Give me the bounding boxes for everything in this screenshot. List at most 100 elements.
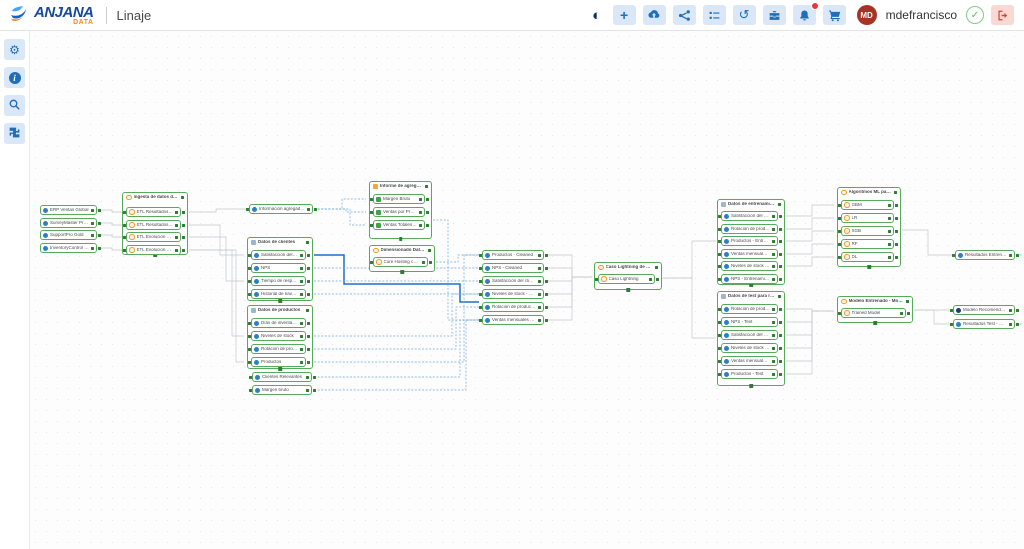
node-label: ETL Evolución del soporte (137, 235, 174, 240)
oring-group-icon (841, 299, 847, 305)
lineage-node[interactable]: Niveles de stock - Test (721, 343, 778, 353)
lineage-node[interactable]: Rotación de productos (251, 344, 306, 354)
lineage-node[interactable]: Rotación de productos - Test (721, 304, 778, 314)
certified-icon (649, 278, 652, 281)
lineage-node[interactable]: ETL Evolución de inventario (126, 245, 181, 255)
lineage-node[interactable]: Productos - Cleaned (482, 250, 544, 260)
lineage-node[interactable]: Clientes Relevantes (252, 372, 312, 382)
sidebar-item-search[interactable] (4, 95, 25, 116)
lineage-node[interactable]: Ventas mensuales - Entrena... (721, 249, 778, 259)
tasks-button[interactable] (703, 5, 726, 25)
node-label: Clientes Relevantes (262, 375, 304, 380)
add-button[interactable]: + (613, 5, 636, 25)
app-logo[interactable]: ANJANA DATA (8, 1, 94, 30)
lineage-node[interactable]: Días de inventario disponible (251, 318, 306, 328)
lineage-node[interactable]: Productos - Entrenamiento (721, 236, 778, 246)
db-node-icon (485, 305, 490, 310)
sidebar-item-settings[interactable]: ⚙ (4, 39, 25, 60)
certified-icon (888, 204, 891, 207)
lineage-node[interactable]: GBM (841, 200, 894, 210)
lineage-node[interactable]: DL (841, 252, 894, 262)
lineage-node[interactable]: Historial de navegación de cli... (251, 289, 306, 299)
sidebar-item-info[interactable]: i (4, 67, 25, 88)
lineage-node[interactable]: NPS - Test (721, 317, 778, 327)
lineage-node[interactable]: InventoryControl (Sistema E... (40, 243, 97, 253)
lineage-node[interactable]: Satisfacción del cliente - Entr... (721, 211, 778, 221)
lineage-node[interactable]: Niveles de stock - Entrenami... (721, 261, 778, 271)
certified-icon (906, 300, 909, 303)
oring-node-icon (844, 228, 850, 234)
history-icon: ↺ (739, 7, 750, 23)
lineage-node[interactable]: ETL Resultados del sistema E... (126, 220, 181, 230)
certified-icon (175, 224, 178, 227)
lineage-node[interactable]: Ventas por Producto (373, 207, 425, 217)
history-button[interactable]: ↺ (733, 5, 756, 25)
certified-icon (306, 241, 309, 244)
lineage-node[interactable]: NPS - Entrenamiento (721, 274, 778, 284)
lineage-node[interactable]: SurveyMaster Pro (Sistema E... (40, 218, 97, 228)
db-node-icon (485, 279, 490, 284)
lineage-node[interactable]: Ventas mensuales - Cleaned (482, 315, 544, 325)
lineage-node[interactable]: Modelo Recomendación (953, 305, 1015, 315)
lineage-node[interactable]: Información agregada de vent... (249, 204, 313, 214)
lineage-node[interactable]: Satisfacción del cliente - Test (721, 330, 778, 340)
certified-icon (300, 293, 303, 296)
certified-icon (538, 280, 541, 283)
lineage-node[interactable]: Niveles de stock - Cleaned (482, 289, 544, 299)
lineage-node[interactable]: Margen Bruto (373, 194, 425, 204)
lineage-node[interactable]: NPS (251, 263, 306, 273)
lineage-canvas[interactable]: ERP Ventas Global SurveyMaster Pro (Siste… (0, 0, 1024, 549)
lineage-node[interactable]: Caso Lightning (598, 274, 655, 284)
db-node-icon (43, 246, 48, 251)
lineage-node[interactable]: Ventas Totales Mensuales (373, 220, 425, 230)
certified-icon (300, 267, 303, 270)
lineage-node[interactable]: Satisfacción del cliente (251, 250, 306, 260)
lineage-node[interactable]: Niveles de stock (251, 331, 306, 341)
db-node-icon (485, 292, 490, 297)
notifications-button[interactable] (793, 5, 816, 25)
certified-icon (772, 360, 775, 363)
lineage-node[interactable]: ETL Resultados de ventas (126, 207, 181, 217)
lineage-node[interactable]: RF (841, 239, 894, 249)
lineage-node[interactable]: ERP Ventas Global (40, 205, 97, 215)
lineage-node[interactable]: Satisfacción del cliente - Clea... (482, 276, 544, 286)
fold-group-icon (721, 202, 726, 207)
lineage-node[interactable]: Tiempo de respuesta al sopor... (251, 276, 306, 286)
cloud-upload-button[interactable] (643, 5, 666, 25)
lineage-node[interactable]: Trained Model (841, 308, 906, 318)
lineage-edges (0, 0, 1024, 549)
sidebar-item-plugins[interactable] (4, 123, 25, 144)
lineage-node[interactable]: NPS - Cleaned (482, 263, 544, 273)
lineage-node[interactable]: Rotación de productos - Clea... (482, 302, 544, 312)
lineage-node[interactable]: ETL Evolución del soporte (126, 232, 181, 242)
certified-icon (772, 240, 775, 243)
db-node-icon (254, 360, 259, 365)
certified-icon (175, 249, 178, 252)
contrast-toggle-icon[interactable]: ◐ (588, 5, 606, 25)
lineage-node[interactable]: Margen bruto (252, 385, 312, 395)
briefcase-button[interactable] (763, 5, 786, 25)
node-label: LR (852, 216, 887, 221)
lineage-share-button[interactable] (673, 5, 696, 25)
logout-button[interactable] (991, 5, 1014, 25)
lineage-node[interactable]: Productos - Test (721, 369, 778, 379)
lineage-node[interactable]: Resultados Test - Modelo de... (953, 319, 1015, 329)
certified-icon (91, 234, 94, 237)
lineage-node[interactable]: Ventas mensuales - Test (721, 356, 778, 366)
lineage-node[interactable]: Resultados Entrenamiento -... (955, 250, 1015, 260)
db-node-icon (724, 333, 729, 338)
node-label: Niveles de stock - Entrenami... (731, 264, 770, 269)
lineage-node[interactable]: Productos (251, 357, 306, 367)
lineage-node[interactable]: Rotación de productos - Entre... (721, 224, 778, 234)
lineage-node[interactable]: XGB (841, 226, 894, 236)
user-avatar[interactable]: MD (857, 5, 877, 25)
group-label: Caso Lightning de Datos para industr... (606, 265, 654, 270)
certified-icon (175, 211, 178, 214)
lineage-node[interactable]: LR (841, 213, 894, 223)
fold-group-icon (251, 240, 256, 245)
lineage-node[interactable]: Core Hosting comercial de v... (373, 257, 428, 267)
db-node-icon (724, 372, 729, 377)
db-node-icon (254, 321, 259, 326)
lineage-node[interactable]: SupportPro Gold (40, 230, 97, 240)
cart-button[interactable] (823, 5, 846, 25)
